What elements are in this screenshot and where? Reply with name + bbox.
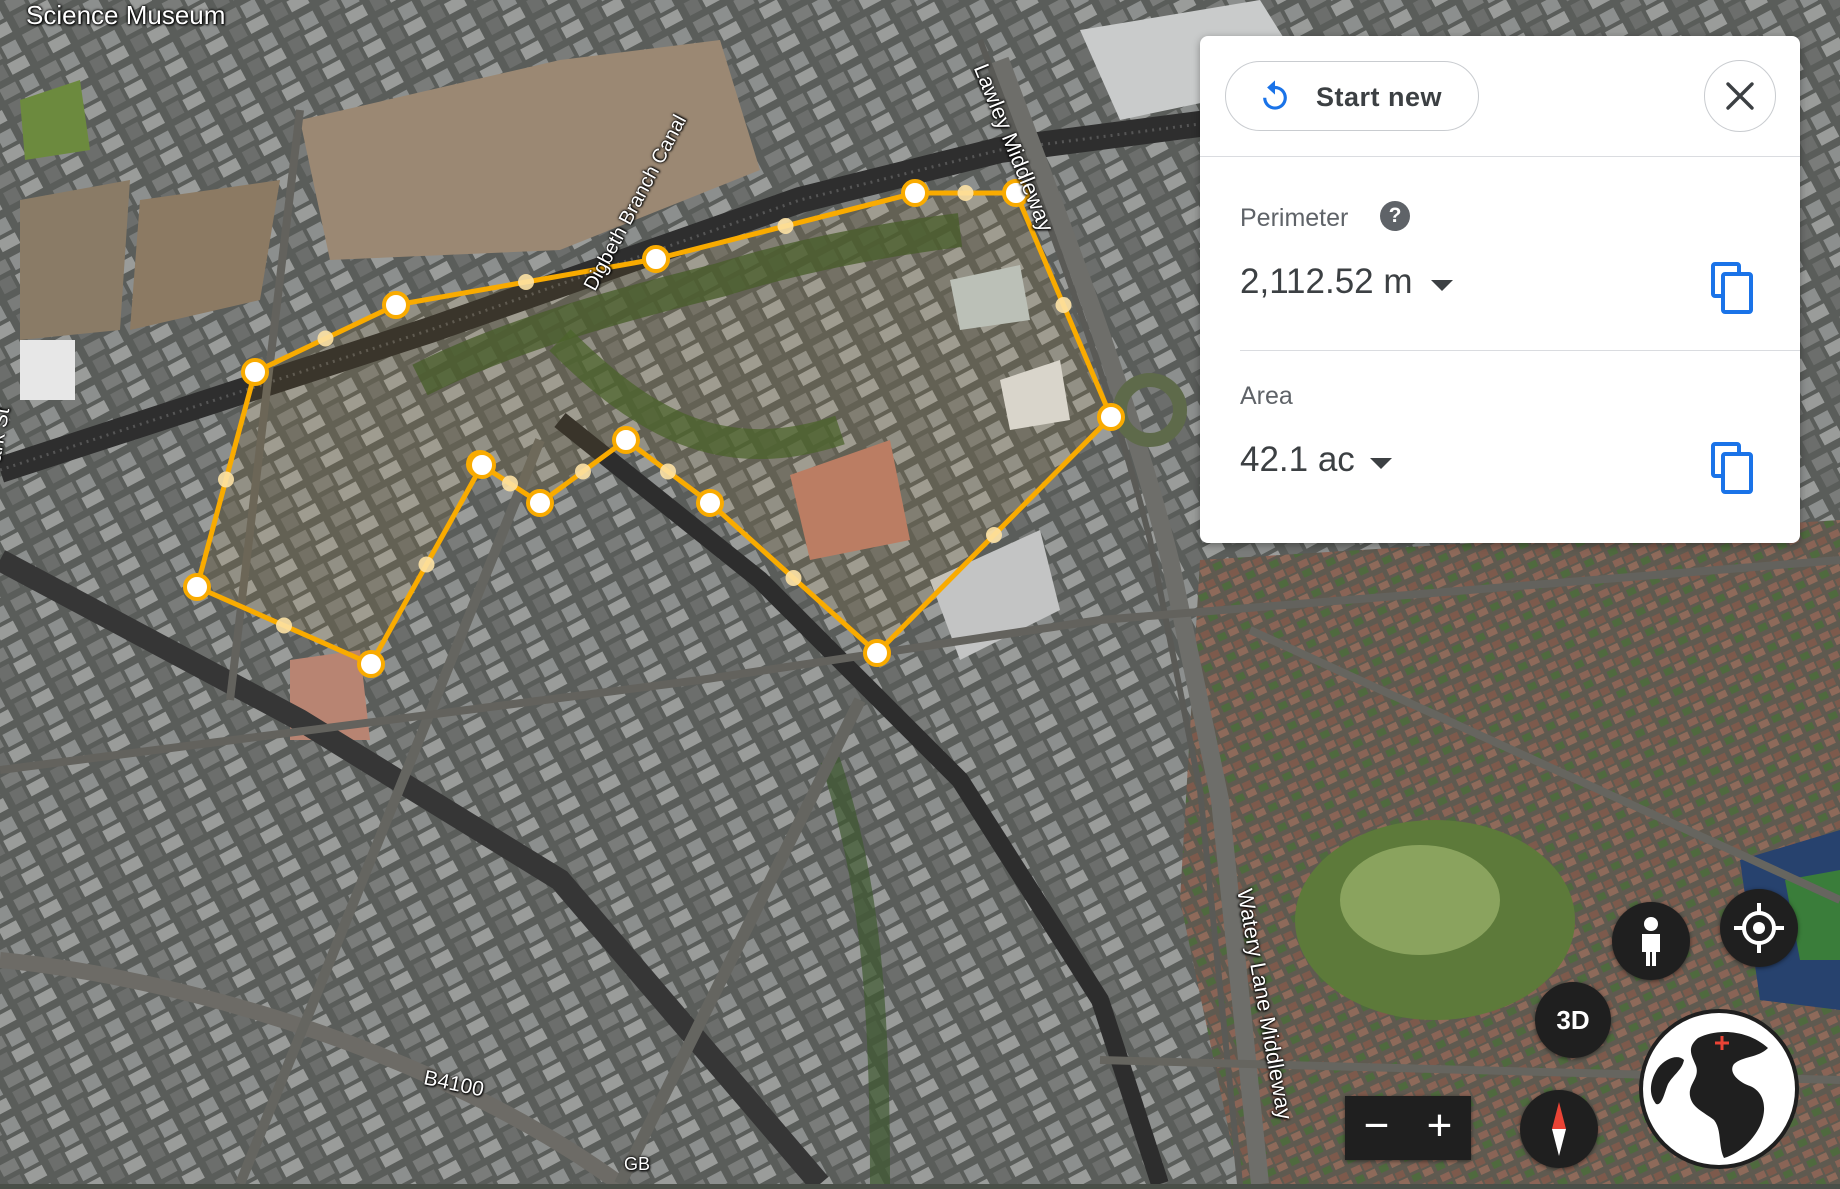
start-new-button[interactable]: Start new [1225,61,1479,131]
my-location-button[interactable] [1720,889,1798,967]
perimeter-value: 2,112.52 m [1240,262,1413,301]
my-location-icon [1734,903,1784,953]
street-view-pegman-button[interactable] [1612,902,1690,980]
copy-perimeter-icon[interactable] [1710,262,1754,314]
zoom-in-button[interactable]: + [1408,1096,1471,1160]
toggle-3d-button[interactable]: 3D [1535,982,1611,1058]
zoom-control: − + [1345,1096,1471,1160]
refresh-icon [1263,80,1287,110]
globe-icon [1639,1009,1799,1169]
toggle-3d-label: 3D [1556,1005,1590,1035]
panel-divider [1200,156,1800,157]
measure-panel: Start new Perimeter ? 2,112.52 m Area 42… [1200,36,1800,543]
compass-icon [1552,1102,1566,1156]
area-unit-dropdown-icon[interactable] [1370,458,1392,470]
area-label: Area [1240,382,1293,410]
perimeter-unit-dropdown-icon[interactable] [1431,280,1453,292]
map-label-science-museum: Science Museum [26,0,226,30]
map-label-gb: GB [624,1154,651,1174]
copy-area-icon[interactable] [1710,442,1754,494]
pegman-icon [1642,917,1660,966]
globe-button[interactable] [1638,1008,1800,1170]
section-divider [1240,350,1800,351]
help-icon[interactable]: ? [1380,201,1410,231]
close-icon [1726,82,1754,110]
compass-button[interactable] [1520,1090,1598,1168]
start-new-label: Start new [1316,82,1443,112]
close-button[interactable] [1704,60,1776,132]
zoom-out-button[interactable]: − [1345,1096,1408,1160]
perimeter-label: Perimeter [1240,204,1349,232]
area-value: 42.1 ac [1240,440,1355,479]
